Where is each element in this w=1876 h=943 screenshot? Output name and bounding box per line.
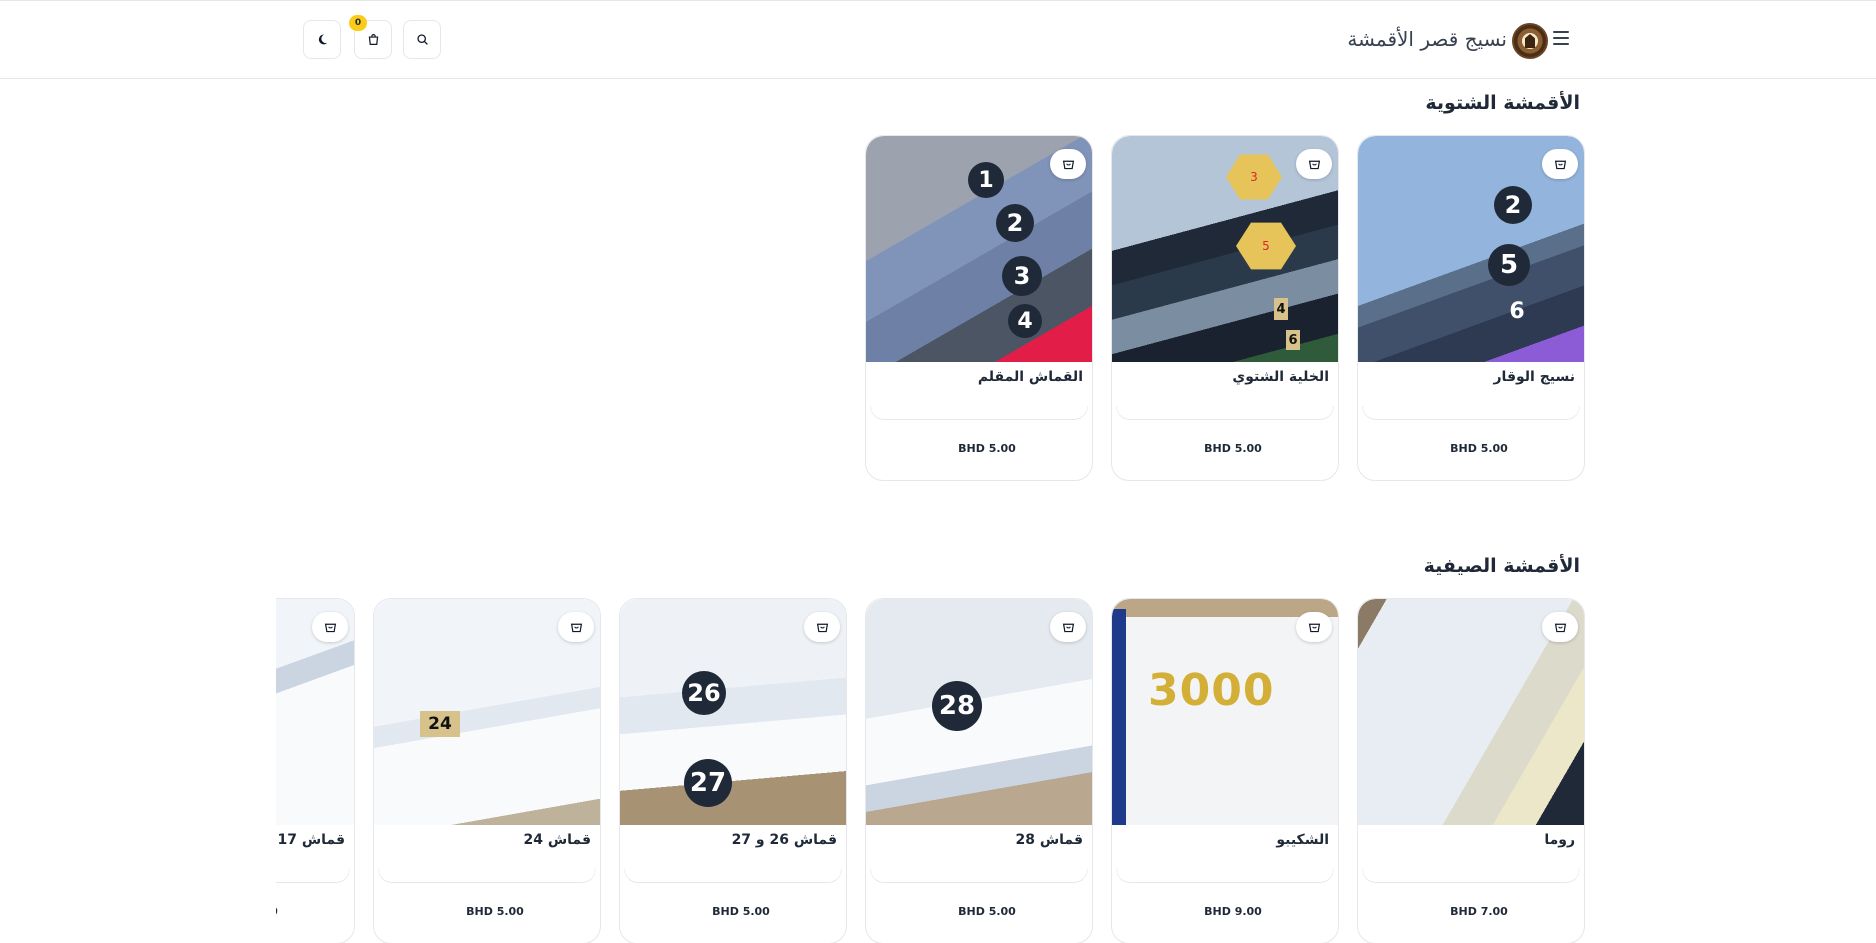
card-divider (624, 869, 842, 883)
card-divider (378, 869, 596, 883)
shopping-bag-icon (324, 623, 336, 632)
product-name[interactable]: نسيج الوقار (1494, 369, 1576, 385)
shopping-bag-icon (1062, 160, 1074, 169)
product-price: BHD 5.00 (466, 905, 524, 918)
fabric-tag: 1 (968, 162, 1004, 198)
shopping-bag-icon (1308, 160, 1320, 169)
product-card[interactable]: 28 قماش 28 BHD 5.00 (865, 598, 1093, 943)
brand-name[interactable]: نسيج قصر الأقمشة (1347, 27, 1507, 51)
product-price: BHD 9.00 (1204, 905, 1262, 918)
brand-logo[interactable] (1512, 23, 1548, 59)
hamburger-icon (1553, 31, 1569, 33)
product-name[interactable]: قماش 26 و 27 (732, 832, 837, 848)
add-to-cart-button[interactable] (1050, 612, 1086, 642)
product-card[interactable]: 3 5 4 6 الخلية الشتوي BHD 5.00 (1111, 135, 1339, 481)
theme-toggle-button[interactable] (303, 20, 341, 59)
shopping-bag-icon (1062, 623, 1074, 632)
fabric-tag: 24 (420, 711, 460, 737)
card-divider (1362, 406, 1580, 420)
search-button[interactable] (403, 20, 441, 59)
moon-icon (318, 34, 327, 45)
add-to-cart-button[interactable] (804, 612, 840, 642)
card-divider (1116, 406, 1334, 420)
cart-count-badge: 0 (349, 15, 367, 31)
product-price: BHD 5.00 (1450, 442, 1508, 455)
shopping-bag-icon (1308, 623, 1320, 632)
product-name[interactable]: الخلية الشتوي (1232, 369, 1329, 385)
product-card[interactable]: 2 5 6 نسيج الوقار BHD 5.00 (1357, 135, 1585, 481)
carousel-clip-mask (0, 590, 276, 943)
card-divider (1362, 869, 1580, 883)
fabric-tag: 6 (1286, 330, 1300, 350)
add-to-cart-button[interactable] (558, 612, 594, 642)
add-to-cart-button[interactable] (1296, 149, 1332, 179)
product-card[interactable]: 24 قماش 24 BHD 5.00 (373, 598, 601, 943)
fabric-tag: 5 (1488, 244, 1530, 286)
site-header: 0 نسيج قصر الأقمشة (0, 0, 1876, 79)
cart-button[interactable]: 0 (349, 15, 392, 59)
product-name[interactable]: روما (1544, 832, 1575, 848)
shopping-bag-icon (1554, 623, 1566, 632)
product-price: BHD 5.00 (712, 905, 770, 918)
product-card[interactable]: 26 27 قماش 26 و 27 BHD 5.00 (619, 598, 847, 943)
card-divider (870, 869, 1088, 883)
product-price: BHD 5.00 (958, 905, 1016, 918)
fabric-tag: 3 (1226, 154, 1282, 200)
fabric-tag: 4 (1008, 304, 1042, 338)
shopping-bag-icon (1554, 160, 1566, 169)
fabric-tag: 2 (1494, 186, 1532, 224)
fabric-tag: 3000 (1148, 665, 1275, 716)
product-name[interactable]: قماش 17 و (264, 832, 345, 848)
add-to-cart-button[interactable] (1296, 612, 1332, 642)
card-divider (870, 406, 1088, 420)
product-price: BHD 5.00 (1204, 442, 1262, 455)
product-price: BHD 7.00 (1450, 905, 1508, 918)
product-name[interactable]: قماش 28 (1016, 832, 1084, 848)
shopping-bag-icon (368, 34, 378, 45)
fabric-tag: 3 (1002, 256, 1042, 296)
product-name[interactable]: الشكيبو (1276, 832, 1329, 848)
menu-button[interactable] (1553, 31, 1569, 45)
product-card[interactable]: روما BHD 7.00 (1357, 598, 1585, 943)
fabric-tag: 6 (1509, 298, 1525, 324)
fabric-tag: 28 (932, 681, 982, 731)
card-divider (1116, 869, 1334, 883)
product-price: BHD 5.00 (958, 442, 1016, 455)
fabric-tag: 2 (996, 204, 1034, 242)
shopping-bag-icon (816, 623, 828, 632)
product-card[interactable]: 1 2 3 4 القماش المقلم BHD 5.00 (865, 135, 1093, 481)
search-icon (416, 34, 428, 45)
product-name[interactable]: القماش المقلم (978, 369, 1083, 385)
product-card[interactable]: 3000 الشكيبو BHD 9.00 (1111, 598, 1339, 943)
section-title-summer: الأقمشة الصيفية (1423, 555, 1580, 577)
add-to-cart-button[interactable] (312, 612, 348, 642)
fabric-tag: 5 (1236, 222, 1296, 270)
section-title-winter: الأقمشة الشتوية (1425, 92, 1580, 114)
add-to-cart-button[interactable] (1542, 149, 1578, 179)
fabric-tag: 4 (1274, 298, 1288, 320)
add-to-cart-button[interactable] (1542, 612, 1578, 642)
product-name[interactable]: قماش 24 (524, 832, 592, 848)
fabric-tag: 27 (684, 759, 732, 807)
add-to-cart-button[interactable] (1050, 149, 1086, 179)
shopping-bag-icon (570, 623, 582, 632)
fabric-tag: 26 (682, 671, 726, 715)
